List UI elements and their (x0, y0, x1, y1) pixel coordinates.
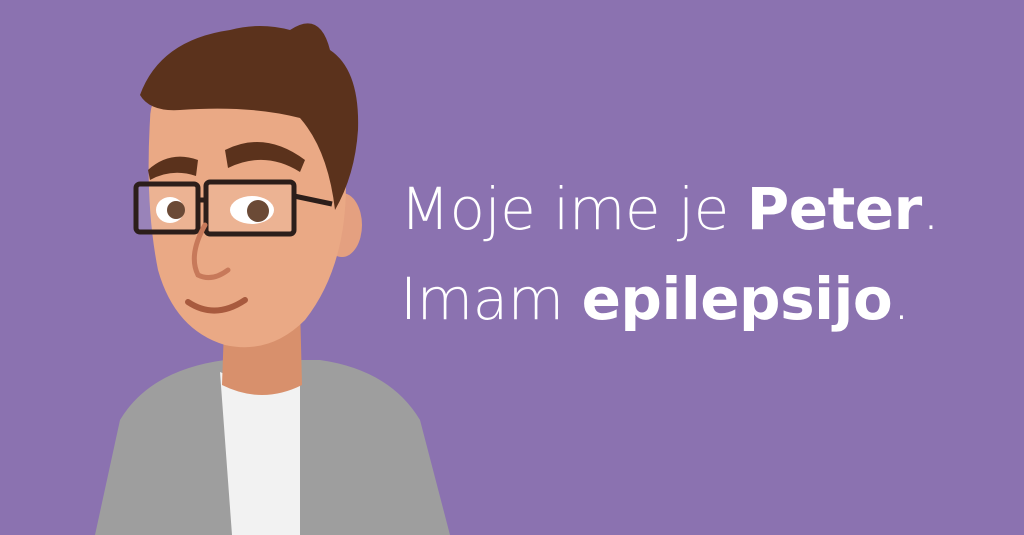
caption-line-2-prefix: Imam (400, 264, 582, 333)
caption-line-1-suffix: . (921, 175, 940, 243)
caption-line-1: Moje ime je Peter. (400, 165, 940, 255)
caption: Moje ime je Peter. Imam epilepsijo. (400, 165, 940, 345)
caption-name: Peter (746, 175, 923, 243)
caption-line-2: Imam epilepsijo. (400, 255, 940, 345)
video-frame: Moje ime je Peter. Imam epilepsijo. (0, 0, 1024, 535)
caption-condition: epilepsijo (581, 264, 893, 333)
shirt (220, 372, 300, 535)
right-pupil (247, 200, 269, 222)
left-pupil (167, 201, 185, 219)
caption-line-1-prefix: Moje ime je (400, 175, 747, 243)
caption-line-2-suffix: . (892, 264, 911, 333)
